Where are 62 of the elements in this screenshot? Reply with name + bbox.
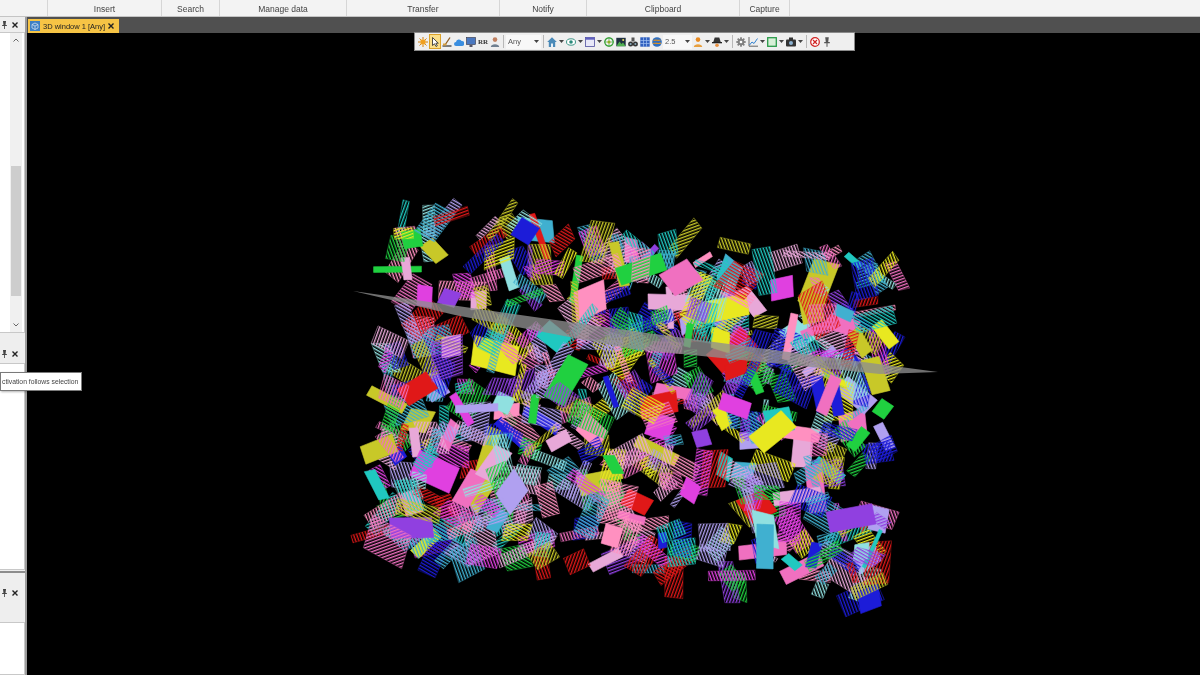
caret-icon[interactable] — [578, 40, 583, 43]
picture-icon — [616, 36, 626, 47]
window-icon — [585, 36, 595, 47]
home-icon — [547, 36, 557, 47]
target-icon — [604, 36, 614, 47]
brush-icon — [442, 36, 452, 47]
window-button[interactable] — [584, 34, 596, 49]
monitor-icon — [466, 36, 476, 47]
chevron-down-icon[interactable] — [13, 323, 19, 327]
ribbon-group-label: Notify — [532, 4, 554, 15]
caret-icon[interactable] — [798, 40, 803, 43]
caret-icon[interactable] — [597, 40, 602, 43]
caret-icon[interactable] — [779, 40, 784, 43]
scrollbar-thumb[interactable] — [11, 166, 21, 296]
pin-button[interactable] — [821, 34, 833, 49]
ribbon-group-label: Transfer — [407, 4, 439, 15]
pointer-button[interactable] — [429, 34, 441, 49]
pin-icon[interactable] — [2, 350, 7, 358]
sun-icon — [418, 36, 428, 47]
close-icon[interactable] — [108, 23, 115, 29]
eye-icon — [566, 36, 576, 47]
brush-button[interactable] — [441, 34, 453, 49]
scrollbar[interactable] — [10, 33, 22, 332]
pin-icon — [822, 36, 832, 47]
gear-icon — [736, 36, 746, 47]
ribbon-group-label: Clipboard — [644, 4, 682, 15]
pointer-icon — [430, 36, 440, 47]
pin-icon[interactable] — [2, 20, 7, 29]
ribbon-group-label: Manage data — [258, 4, 308, 15]
chevron-up-icon[interactable] — [13, 38, 19, 42]
cloud-icon — [454, 36, 464, 47]
ribbon-group-label: Capture — [749, 4, 780, 15]
caret-icon[interactable] — [724, 40, 729, 43]
caret-icon[interactable] — [705, 40, 710, 43]
cancel-button[interactable] — [809, 34, 821, 49]
gear-button[interactable] — [735, 34, 747, 49]
binoculars-icon — [628, 36, 638, 47]
cancel-icon — [810, 36, 820, 47]
grid-button[interactable] — [639, 34, 651, 49]
caret-icon[interactable] — [559, 40, 564, 43]
globe-button[interactable] — [651, 34, 663, 49]
square-icon — [767, 36, 777, 47]
grid-icon — [640, 36, 650, 47]
cube-icon — [30, 21, 40, 31]
caret-icon — [534, 40, 539, 43]
pin-icon[interactable] — [2, 589, 7, 597]
person-button[interactable] — [489, 34, 501, 49]
close-icon[interactable] — [12, 590, 18, 596]
globe-icon — [652, 36, 662, 47]
caret-icon[interactable] — [760, 40, 765, 43]
camera-icon — [786, 36, 796, 47]
hat-icon — [712, 36, 722, 47]
dock-panel — [0, 622, 25, 675]
caret-icon — [685, 40, 690, 43]
person-icon — [693, 36, 703, 47]
ribbon-group-label: Search — [177, 4, 204, 15]
ribbon-group-label: Insert — [93, 4, 116, 15]
close-icon[interactable] — [12, 351, 18, 357]
monitor-button[interactable] — [465, 34, 477, 49]
person-icon — [490, 36, 500, 47]
close-icon[interactable] — [12, 21, 18, 28]
line-chart-icon — [748, 36, 758, 47]
